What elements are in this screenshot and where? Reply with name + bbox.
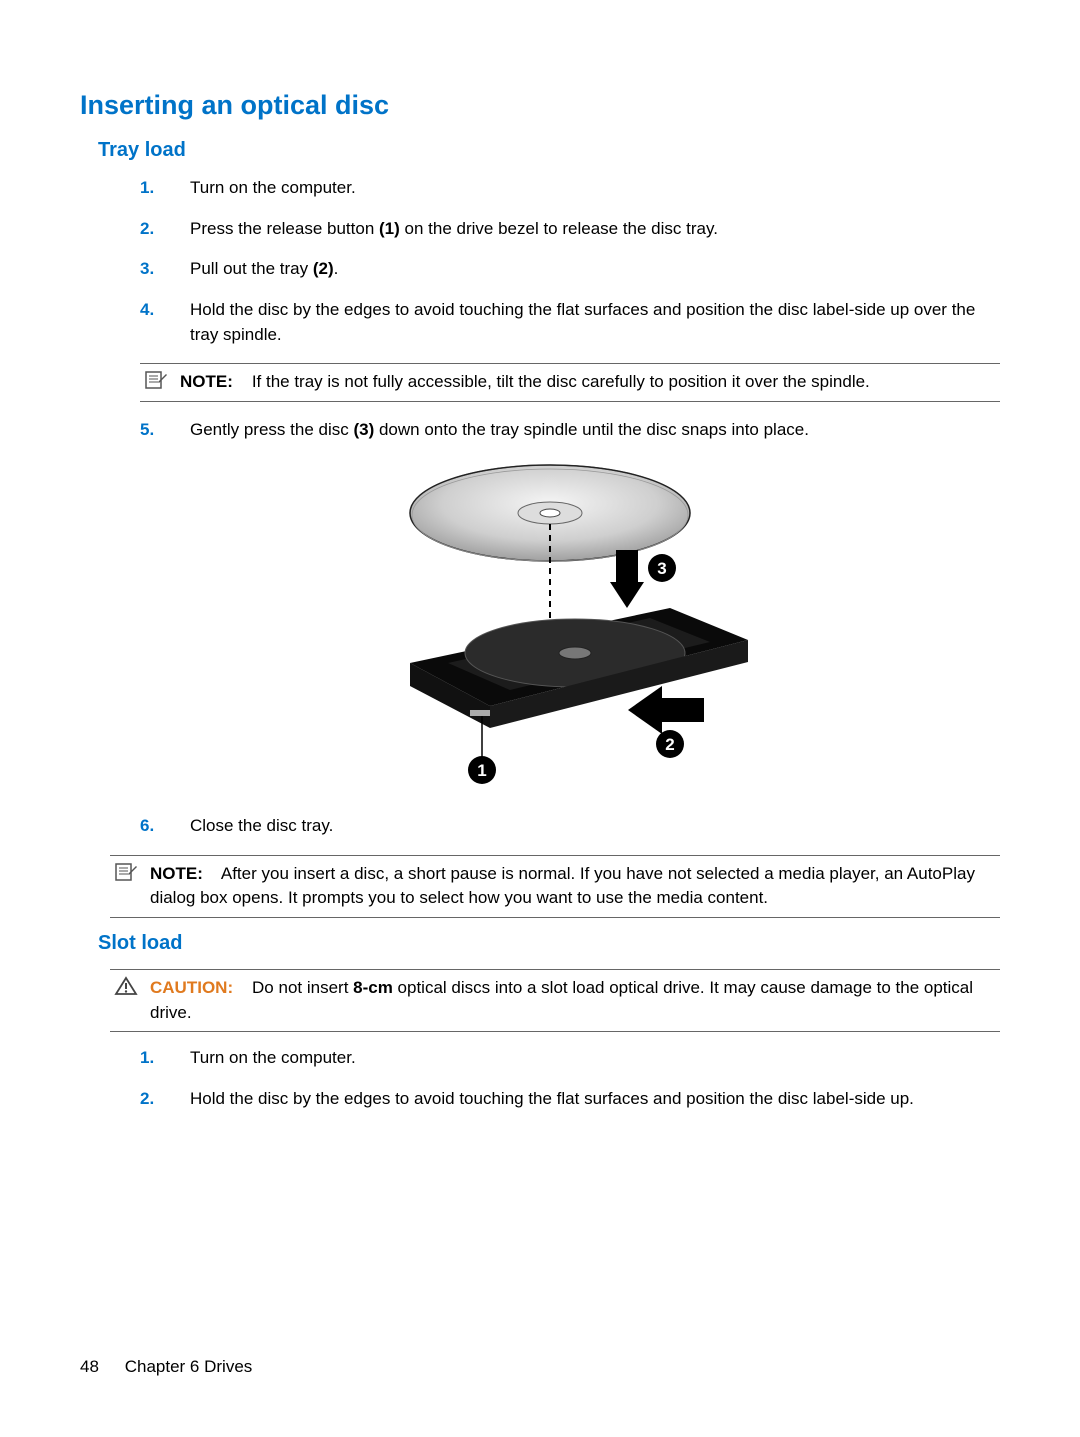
step-text: Hold the disc by the edges to avoid touc… [190,300,975,344]
step-6: 6. Close the disc tray. [140,814,1000,839]
document-page: Inserting an optical disc Tray load 1. T… [0,0,1080,1437]
page-title: Inserting an optical disc [80,90,1000,121]
section-heading-slot-load: Slot load [98,932,1000,955]
step-number: 2. [140,217,154,242]
step-2: 2. Hold the disc by the edges to avoid t… [140,1087,1000,1112]
note-label: NOTE: [150,864,203,883]
step-text-bold: (1) [379,219,400,238]
step-text: Turn on the computer. [190,1048,356,1067]
chapter-label: Chapter 6 Drives [125,1357,253,1376]
caution-text-pre: Do not insert [252,978,353,997]
step-number: 5. [140,418,154,443]
step-text-pre: Press the release button [190,219,379,238]
step-note-1: NOTE: If the tray is not fully accessibl… [140,363,1000,402]
page-footer: 48 Chapter 6 Drives [80,1357,252,1377]
svg-text:1: 1 [477,761,486,780]
svg-text:3: 3 [657,559,666,578]
drive-tray-illustration [410,608,748,758]
step-text: Close the disc tray. [190,816,333,835]
step-text-post: . [334,259,339,278]
step-1: 1. Turn on the computer. [140,176,1000,201]
step-text-pre: Gently press the disc [190,420,353,439]
arrow-left-icon [628,686,704,734]
step-number: 2. [140,1087,154,1112]
step-text: Gently press the disc (3) down onto the … [190,420,809,439]
step-text: Press the release button (1) on the driv… [190,219,718,238]
note-label: NOTE: [180,372,233,391]
caution-text-bold: 8-cm [353,978,393,997]
note-box-2: NOTE: After you insert a disc, a short p… [110,855,1000,918]
caution-label: CAUTION: [150,978,233,997]
note-text: After you insert a disc, a short pause i… [150,864,975,908]
caution-box: CAUTION: Do not insert 8-cm optical disc… [110,969,1000,1032]
step-text-post: down onto the tray spindle until the dis… [374,420,809,439]
arrow-down-icon [610,550,644,608]
step-5: 5. Gently press the disc (3) down onto t… [140,418,1000,443]
step-text: Hold the disc by the edges to avoid touc… [190,1089,914,1108]
step-number: 4. [140,298,154,323]
figure-step: 3 2 [140,458,1000,796]
svg-text:2: 2 [665,735,674,754]
note-icon [114,862,138,882]
tray-load-steps: 1. Turn on the computer. 2. Press the re… [140,176,1000,839]
figure-wrap: 3 2 [140,458,1000,796]
callout-1: 1 [468,756,496,784]
step-number: 1. [140,1046,154,1071]
note-icon [144,370,168,390]
note-box: NOTE: If the tray is not fully accessibl… [140,363,1000,402]
step-3: 3. Pull out the tray (2). [140,257,1000,282]
step-1: 1. Turn on the computer. [140,1046,1000,1071]
callout-3: 3 [648,554,676,582]
step-text-post: on the drive bezel to release the disc t… [400,219,718,238]
step-text-bold: (2) [313,259,334,278]
step-text: Pull out the tray (2). [190,259,338,278]
step-number: 1. [140,176,154,201]
section-heading-tray-load: Tray load [98,139,1000,162]
step-text: Turn on the computer. [190,178,356,197]
note-text: If the tray is not fully accessible, til… [252,372,870,391]
step-text-pre: Pull out the tray [190,259,313,278]
step-number: 6. [140,814,154,839]
callout-2: 2 [656,730,684,758]
step-number: 3. [140,257,154,282]
step-2: 2. Press the release button (1) on the d… [140,217,1000,242]
step-text-bold: (3) [353,420,374,439]
caution-icon [114,976,138,996]
optical-drive-figure: 3 2 [370,458,770,796]
step-4: 4. Hold the disc by the edges to avoid t… [140,298,1000,347]
slot-load-content: CAUTION: Do not insert 8-cm optical disc… [140,969,1000,1112]
tray-load-content: 1. Turn on the computer. 2. Press the re… [140,176,1000,918]
slot-load-steps: 1. Turn on the computer. 2. Hold the dis… [140,1046,1000,1111]
page-number: 48 [80,1357,120,1377]
